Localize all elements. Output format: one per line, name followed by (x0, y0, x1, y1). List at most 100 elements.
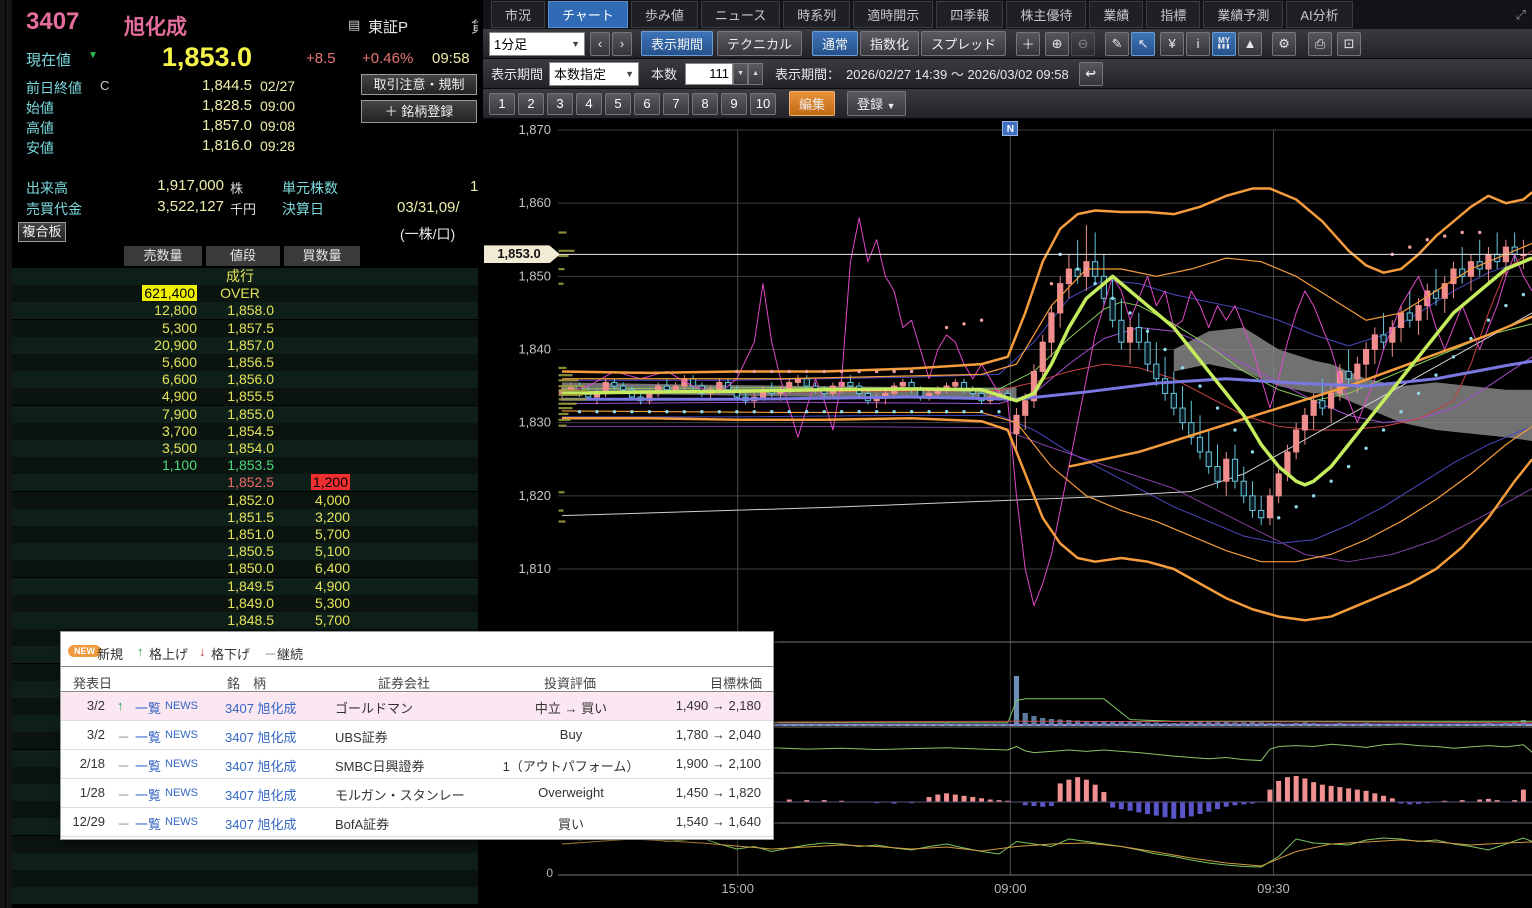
popout-icon[interactable]: ⊡ (1337, 31, 1362, 56)
edit-button[interactable]: 編集 (789, 91, 836, 116)
price[interactable]: 1,851.5 (206, 509, 274, 526)
tab-ニュース[interactable]: ニュース (700, 1, 781, 28)
preset-9[interactable]: 9 (721, 92, 747, 115)
pencil-icon[interactable]: ✎ (1105, 31, 1130, 56)
news-link[interactable]: NEWS (165, 758, 198, 770)
area-chart-icon[interactable]: ▲ (1238, 31, 1263, 56)
tab-業績予測[interactable]: 業績予測 (1203, 1, 1284, 28)
orderbook-row[interactable]: 5,600 1,856.5 (12, 354, 478, 371)
count-up-spinner[interactable]: ▲ (748, 62, 764, 85)
printer-icon[interactable]: ⎙ (1308, 31, 1333, 56)
tab-AI分析[interactable]: AI分析 (1286, 1, 1353, 28)
orderbook-row[interactable]: 1,851.5 3,200 (12, 508, 478, 526)
display-period-button[interactable]: 表示期間 (641, 31, 714, 56)
price[interactable]: 1,852.5 (206, 474, 274, 491)
reset-icon[interactable]: ↩ (1078, 61, 1103, 86)
orderbook-row[interactable]: 12,800 1,858.0 (12, 302, 478, 320)
tab-チャート[interactable]: チャート (548, 1, 628, 28)
orderbook-row[interactable]: 1,851.0 5,700 (12, 526, 478, 543)
orderbook-row[interactable]: 1,849.5 4,900 (12, 577, 478, 595)
expand-icon[interactable]: ⤢ (1516, 7, 1526, 23)
news-link[interactable]: NEWS (165, 816, 198, 828)
yen-icon[interactable]: ¥ (1160, 31, 1185, 56)
bar-count-input[interactable] (685, 62, 734, 85)
stock-link[interactable]: 3407 旭化成 (225, 785, 297, 804)
trade-caution-button[interactable]: 取引注意・規制 (361, 74, 477, 95)
price[interactable]: 1,848.5 (206, 612, 274, 629)
spread-button[interactable]: スプレッド (921, 31, 1007, 56)
my-chart-icon[interactable]: MY ▮▮▮ (1212, 31, 1237, 56)
register-list-button[interactable]: 登録 ▼ (847, 91, 906, 116)
prev-button[interactable]: ‹ (590, 31, 610, 56)
tab-業績[interactable]: 業績 (1089, 1, 1144, 28)
stock-link[interactable]: 3407 旭化成 (225, 698, 297, 717)
stock-link[interactable]: 3407 旭化成 (225, 814, 297, 833)
composite-board-button[interactable]: 複合板 (18, 222, 66, 242)
tab-歩み値[interactable]: 歩み値 (630, 1, 698, 28)
tab-時系列[interactable]: 時系列 (783, 1, 851, 28)
orderbook-row[interactable]: 7,900 1,855.0 (12, 405, 478, 423)
orderbook-row[interactable]: 1,848.5 5,700 (12, 612, 478, 629)
orderbook-row[interactable]: 3,700 1,854.5 (12, 422, 478, 440)
orderbook-row[interactable]: 成行 (12, 268, 478, 285)
zoom-in-icon[interactable]: ⊕ (1045, 31, 1070, 56)
price[interactable]: OVER (206, 285, 274, 302)
orderbook-row[interactable]: 5,300 1,857.5 (12, 319, 478, 337)
normal-button[interactable]: 通常 (812, 31, 859, 56)
stock-link[interactable]: 3407 旭化成 (225, 756, 297, 775)
orderbook-row[interactable]: 1,849.0 5,300 (12, 594, 478, 612)
price[interactable]: 1,854.0 (206, 440, 274, 457)
price[interactable]: 1,856.5 (206, 354, 274, 371)
list-link[interactable]: 一覧 (135, 785, 161, 804)
preset-6[interactable]: 6 (634, 92, 660, 115)
list-link[interactable]: 一覧 (135, 756, 161, 775)
price[interactable]: 1,856.0 (206, 371, 274, 388)
price[interactable]: 1,858.0 (206, 302, 274, 319)
tab-株主優待[interactable]: 株主優待 (1006, 1, 1087, 28)
zoom-out-icon[interactable]: ⊖ (1071, 31, 1096, 56)
orderbook-row[interactable]: 3,500 1,854.0 (12, 440, 478, 457)
price[interactable]: 1,850.5 (206, 543, 274, 560)
count-down-spinner[interactable]: ▼ (733, 62, 749, 85)
crosshair-icon[interactable]: ＋ (1016, 31, 1041, 56)
tab-四季報[interactable]: 四季報 (936, 1, 1004, 28)
orderbook-row[interactable]: 1,850.0 6,400 (12, 560, 478, 578)
price[interactable]: 1,857.5 (206, 320, 274, 337)
news-marker[interactable]: N (1002, 121, 1019, 136)
preset-5[interactable]: 5 (605, 92, 631, 115)
technical-button[interactable]: テクニカル (717, 31, 803, 56)
price[interactable]: 1,857.0 (206, 337, 274, 354)
wrench-icon[interactable]: ⚙ (1272, 31, 1297, 56)
price[interactable]: 1,851.0 (206, 526, 274, 543)
price[interactable]: 1,855.5 (206, 388, 274, 405)
news-link[interactable]: NEWS (165, 787, 198, 799)
tab-市況[interactable]: 市況 (491, 1, 546, 28)
price[interactable]: 1,850.0 (206, 560, 274, 577)
price[interactable]: 1,849.0 (206, 595, 274, 612)
news-link[interactable]: NEWS (165, 729, 198, 741)
preset-2[interactable]: 2 (518, 92, 544, 115)
news-link[interactable]: NEWS (165, 700, 198, 712)
orderbook-row[interactable]: 6,600 1,856.0 (12, 371, 478, 389)
stock-link[interactable]: 3407 旭化成 (225, 727, 297, 746)
preset-8[interactable]: 8 (692, 92, 718, 115)
preset-7[interactable]: 7 (663, 92, 689, 115)
orderbook-row[interactable]: 1,100 1,853.5 (12, 457, 478, 475)
preset-4[interactable]: 4 (576, 92, 602, 115)
indexed-button[interactable]: 指数化 (860, 31, 920, 56)
orderbook-row[interactable]: 4,900 1,855.5 (12, 388, 478, 406)
list-link[interactable]: 一覧 (135, 814, 161, 833)
count-mode-select[interactable]: 本数指定 ▼ (549, 61, 640, 86)
register-stock-button[interactable]: ＋ 銘柄登録 (361, 100, 477, 123)
price[interactable]: 1,849.5 (206, 578, 274, 595)
info-icon[interactable]: i (1186, 31, 1211, 56)
orderbook-row[interactable]: 1,852.5 1,200 (12, 474, 478, 492)
price[interactable]: 成行 (206, 268, 274, 285)
preset-3[interactable]: 3 (547, 92, 573, 115)
preset-10[interactable]: 10 (750, 92, 776, 115)
orderbook-row[interactable]: 1,850.5 5,100 (12, 543, 478, 561)
timeframe-select[interactable]: 1分足 ▼ (489, 31, 585, 56)
price[interactable]: 1,852.0 (206, 492, 274, 509)
trendline-cursor-icon[interactable]: ↖ (1131, 31, 1156, 56)
next-button[interactable]: › (612, 31, 632, 56)
